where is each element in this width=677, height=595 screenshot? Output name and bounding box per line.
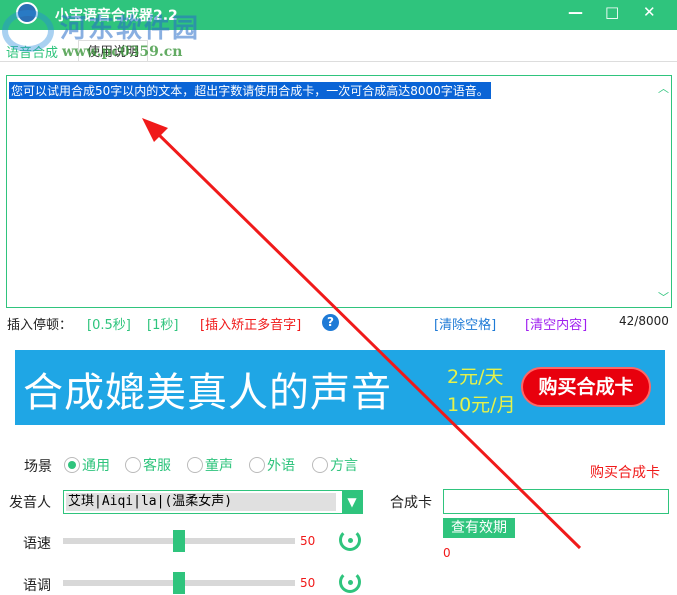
banner-price-month: 10元/月	[447, 394, 516, 416]
banner-buy-button[interactable]: 购买合成卡	[521, 367, 651, 407]
polyphone-link[interactable]: [插入矫正多音字]	[200, 314, 301, 333]
scene-radio-service[interactable]: 客服	[125, 455, 171, 475]
scene-radio-dialect[interactable]: 方言	[312, 455, 358, 475]
scene-radio-foreign[interactable]: 外语	[249, 455, 295, 475]
radio-label: 客服	[143, 458, 171, 474]
text-editor[interactable]: 您可以试用合成50字以内的文本，超出字数请使用合成卡，一次可合成高达8000字语…	[6, 75, 672, 308]
help-icon[interactable]: ?	[322, 314, 339, 331]
radio-label: 方言	[330, 458, 358, 474]
clear-spaces-link[interactable]: [清除空格]	[434, 314, 496, 333]
editor-toolbar: 插入停顿： [0.5秒] [1秒] [插入矫正多音字] ? [清除空格] [清空…	[7, 314, 672, 333]
char-count: 42/8000	[619, 314, 669, 328]
banner-price-day: 2元/天	[447, 366, 504, 388]
radio-label: 外语	[267, 458, 295, 474]
speaker-value: 艾琪|Aiqi|la|(温柔女声)	[66, 493, 336, 511]
scene-radio-child[interactable]: 童声	[187, 455, 233, 475]
radio-icon	[187, 457, 203, 473]
pause-05-link[interactable]: [0.5秒]	[87, 314, 131, 333]
promo-banner[interactable]: 合成媲美真人的声音 2元/天 10元/月 购买合成卡	[15, 350, 665, 425]
card-label: 合成卡	[390, 495, 432, 511]
check-validity-button[interactable]: 查有效期	[443, 518, 515, 538]
speaker-select[interactable]: 艾琪|Aiqi|la|(温柔女声) ▼	[63, 490, 363, 514]
speed-slider[interactable]	[63, 530, 295, 552]
insert-pause-label: 插入停顿：	[7, 318, 73, 333]
slider-thumb[interactable]	[173, 530, 185, 552]
speaker-label: 发音人	[9, 495, 51, 511]
radio-label: 通用	[82, 458, 110, 474]
buy-card-link[interactable]: 购买合成卡	[590, 462, 660, 482]
maximize-button[interactable]: □	[605, 3, 619, 21]
radio-icon	[125, 457, 141, 473]
card-input[interactable]	[443, 489, 669, 514]
slider-thumb[interactable]	[173, 572, 185, 594]
card-balance: 0	[443, 546, 451, 560]
scroll-up-icon[interactable]: ︿	[658, 80, 669, 96]
pause-1-link[interactable]: [1秒]	[147, 314, 178, 333]
minimize-button[interactable]: —	[568, 3, 583, 21]
clear-content-link[interactable]: [清空内容]	[525, 314, 587, 333]
radio-icon	[64, 457, 80, 473]
scene-radio-general[interactable]: 通用	[64, 455, 110, 475]
chevron-down-icon[interactable]: ▼	[342, 491, 362, 513]
scene-label: 场景	[24, 459, 52, 475]
speed-value: 50	[300, 534, 316, 548]
watermark-logo	[2, 10, 54, 52]
pitch-value: 50	[300, 576, 316, 590]
watermark-url: www.pc0359.cn	[62, 44, 183, 60]
reset-speed-icon[interactable]	[339, 529, 361, 551]
radio-icon	[249, 457, 265, 473]
banner-headline: 合成媲美真人的声音	[23, 370, 392, 416]
radio-icon	[312, 457, 328, 473]
pitch-slider[interactable]	[63, 572, 295, 594]
scroll-down-icon[interactable]: ﹀	[658, 289, 669, 305]
speed-label: 语速	[23, 536, 51, 552]
pitch-label: 语调	[23, 578, 51, 594]
watermark-text: 河东软件园	[60, 14, 201, 44]
close-button[interactable]: ✕	[643, 3, 656, 21]
editor-text[interactable]: 您可以试用合成50字以内的文本，超出字数请使用合成卡，一次可合成高达8000字语…	[9, 82, 491, 99]
radio-label: 童声	[205, 458, 233, 474]
